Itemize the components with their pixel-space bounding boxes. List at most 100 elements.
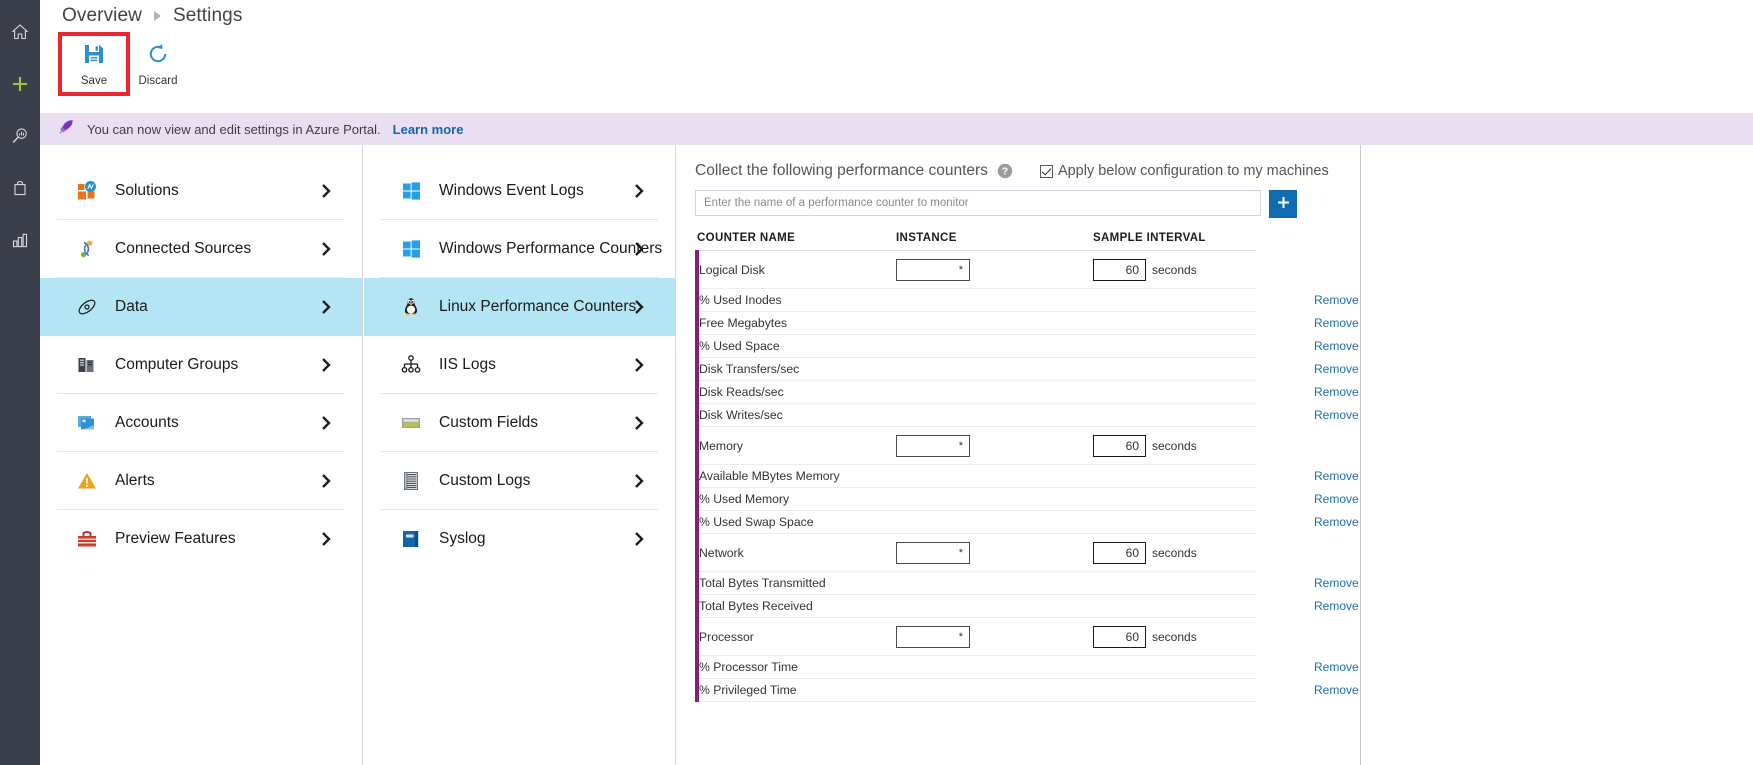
save-icon [82, 42, 106, 71]
instance-select[interactable]: * [896, 258, 970, 281]
chevron-right-icon [633, 473, 646, 489]
col-header-counter-name: COUNTER NAME [697, 232, 896, 251]
sidebar-item-syslog[interactable]: Syslog [381, 510, 658, 568]
instance-cell [896, 403, 1093, 427]
instance-cell [896, 464, 1093, 488]
sidebar-item-data[interactable]: Data [40, 278, 362, 336]
sidebar-item-iis-logs[interactable]: IIS Logs [381, 336, 658, 394]
instance-select[interactable]: * [896, 541, 970, 564]
counters-table-head: COUNTER NAME INSTANCE SAMPLE INTERVAL [697, 232, 1256, 251]
sidebar-label: Custom Fields [439, 413, 539, 431]
discard-button[interactable]: Discard [126, 36, 190, 92]
learn-more-link[interactable]: Learn more [393, 122, 464, 137]
chevron-right-icon [633, 531, 646, 547]
sample-interval-cell [1093, 655, 1256, 679]
sidebar-item-alerts[interactable]: Alerts [57, 452, 345, 510]
counter-name-cell: Total Bytes Transmitted [695, 571, 896, 595]
breadcrumb-separator-icon [153, 11, 161, 21]
counter-name-cell: Available MBytes Memory [695, 464, 896, 488]
sidebar-item-windows-performance-counters[interactable]: Windows Performance Counters [381, 220, 662, 278]
instance-cell [896, 380, 1093, 404]
sidebar-item-solutions[interactable]: Solutions [57, 162, 345, 220]
table-row: Network * 60 seconds [695, 533, 1256, 572]
sample-interval-cell: 60 seconds [1093, 426, 1256, 465]
sidebar-item-custom-fields[interactable]: Custom Fields [381, 394, 658, 452]
sidebar-item-accounts[interactable]: Accounts [57, 394, 345, 452]
remove-counter-link[interactable]: Remove [1256, 316, 1359, 330]
sidebar-label: Preview Features [115, 530, 236, 547]
counter-name-cell: Network [695, 533, 896, 572]
counter-name-cell: % Privileged Time [695, 678, 896, 702]
instance-select[interactable]: * [896, 625, 970, 648]
counters-table-body: Logical Disk * 60 seconds% Used Inodes Remov… [695, 250, 1359, 702]
rail-item-log-search[interactable] [0, 110, 40, 162]
breadcrumb-settings[interactable]: Settings [173, 5, 242, 27]
settings-menu-column-1: Solutions Connected Sources Data Compute… [40, 145, 363, 765]
counter-name-input[interactable] [695, 190, 1261, 216]
svg-text:?: ? [1002, 166, 1008, 178]
table-row: Disk Reads/sec Remove [695, 380, 1359, 404]
counter-name-cell: % Used Inodes [695, 288, 896, 312]
sample-interval-input[interactable]: 60 [1093, 625, 1146, 648]
rail-item-usage[interactable] [0, 214, 40, 266]
rail-item-home[interactable] [0, 6, 40, 58]
sample-interval-input[interactable]: 60 [1093, 541, 1146, 564]
sample-interval-input[interactable]: 60 [1093, 258, 1146, 281]
chevron-right-icon [320, 473, 333, 489]
help-icon[interactable]: ? [997, 163, 1013, 179]
panel-title: Collect the following performance counte… [695, 162, 988, 179]
remove-counter-link[interactable]: Remove [1256, 362, 1359, 376]
remove-counter-link[interactable]: Remove [1256, 408, 1359, 422]
chevron-right-icon [633, 183, 646, 199]
chevron-right-icon [320, 241, 333, 257]
remove-counter-link[interactable]: Remove [1256, 576, 1359, 590]
table-row: Disk Transfers/sec Remove [695, 357, 1359, 381]
counter-name-cell: % Processor Time [695, 655, 896, 679]
discard-icon [146, 42, 170, 71]
rail-item-new[interactable] [0, 58, 40, 110]
table-row: % Used Space Remove [695, 334, 1359, 358]
table-header-row: COUNTER NAME INSTANCE SAMPLE INTERVAL [697, 232, 1256, 251]
sample-interval-cell [1093, 510, 1256, 534]
custom-logs-icon [399, 469, 423, 493]
sample-interval-input[interactable]: 60 [1093, 434, 1146, 457]
sidebar-item-windows-event-logs[interactable]: Windows Event Logs [381, 162, 658, 220]
remove-counter-link[interactable]: Remove [1256, 515, 1359, 529]
alerts-icon [75, 469, 99, 493]
save-button[interactable]: Save [58, 32, 130, 96]
sidebar-item-connected-sources[interactable]: Connected Sources [57, 220, 345, 278]
remove-counter-link[interactable]: Remove [1256, 599, 1359, 613]
breadcrumb-overview[interactable]: Overview [62, 5, 142, 27]
command-bar: Save Discard [58, 32, 190, 96]
rail-item-my-dashboard[interactable] [0, 162, 40, 214]
remove-counter-link[interactable]: Remove [1256, 660, 1359, 674]
counter-name-cell: % Used Swap Space [695, 510, 896, 534]
remove-counter-link[interactable]: Remove [1256, 469, 1359, 483]
add-counter-button[interactable] [1269, 190, 1297, 218]
bar-chart-icon [10, 230, 30, 250]
remove-counter-link[interactable]: Remove [1256, 293, 1359, 307]
instance-cell [896, 311, 1093, 335]
remove-counter-link[interactable]: Remove [1256, 385, 1359, 399]
sidebar-label: Syslog [439, 530, 486, 547]
sidebar-item-linux-performance-counters[interactable]: Linux Performance Counters [364, 278, 675, 336]
sample-interval-cell [1093, 487, 1256, 511]
instance-cell: * [896, 533, 1093, 572]
sidebar-item-computer-groups[interactable]: Computer Groups [57, 336, 345, 394]
remove-counter-link[interactable]: Remove [1256, 339, 1359, 353]
apply-configuration-checkbox[interactable]: Apply below configuration to my machines [1039, 163, 1329, 179]
sample-interval-cell: 60 seconds [1093, 617, 1256, 656]
remove-counter-link[interactable]: Remove [1256, 683, 1359, 697]
header: Overview Settings Save Discard [40, 0, 1753, 113]
chevron-right-icon [320, 183, 333, 199]
sidebar-item-preview-features[interactable]: Preview Features [57, 510, 345, 568]
seconds-label: seconds [1152, 262, 1197, 277]
syslog-book-icon [399, 527, 423, 551]
chevron-right-icon [320, 299, 333, 315]
seconds-label: seconds [1152, 545, 1197, 560]
sidebar-item-custom-logs[interactable]: Custom Logs [381, 452, 658, 510]
remove-counter-link[interactable]: Remove [1256, 492, 1359, 506]
sample-interval-cell: 60 seconds [1093, 250, 1256, 289]
instance-select[interactable]: * [896, 434, 970, 457]
table-row: Total Bytes Received Remove [695, 594, 1359, 618]
